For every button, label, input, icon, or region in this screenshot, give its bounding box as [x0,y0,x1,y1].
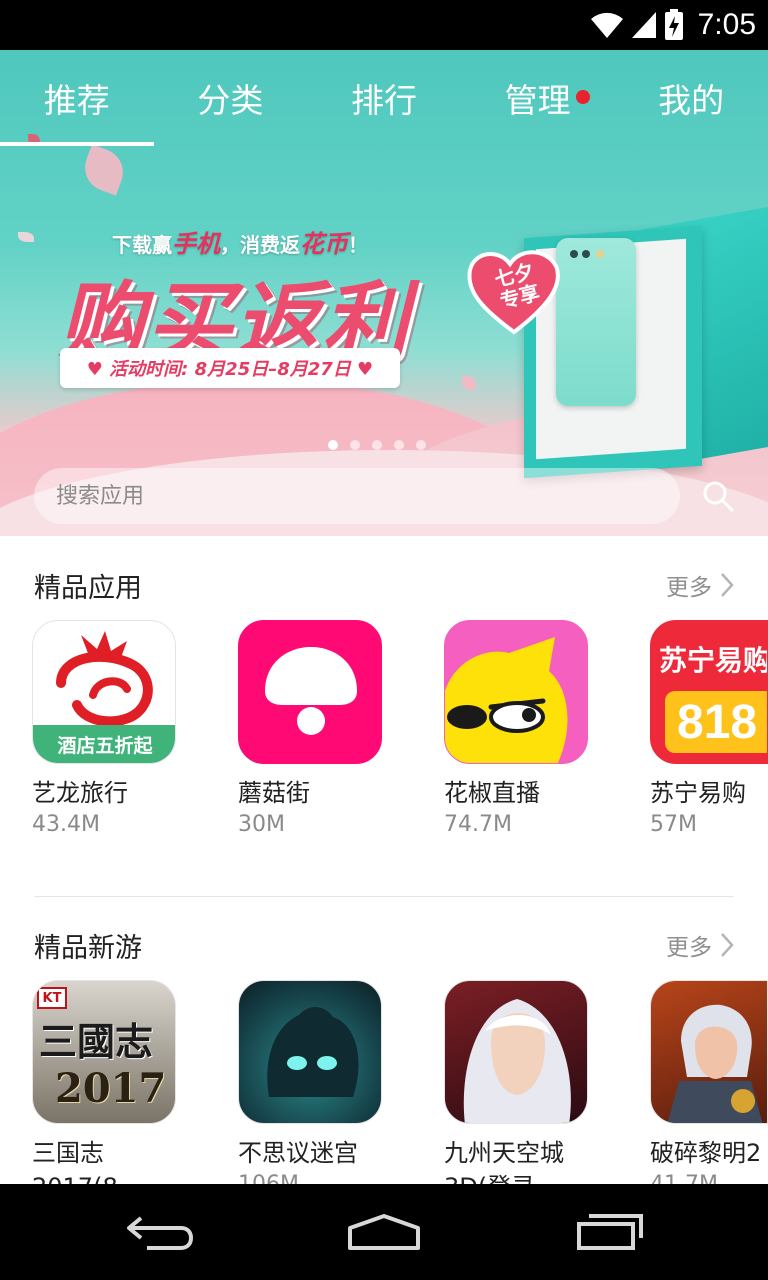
more-label: 更多 [666,575,712,601]
status-bar: 7:05 [0,0,768,50]
huajiao-logo-icon [445,637,568,763]
home-button[interactable] [334,1198,434,1266]
sanguozhi-game-icon: KT 三國志 2017 [32,980,176,1124]
more-apps-button[interactable]: 更多 [666,568,734,602]
page-dot[interactable] [350,440,360,450]
jiuzhou-game-icon [444,980,588,1124]
tab-label: 排行 [350,81,417,120]
elong-app-icon: 酒店五折起 [32,620,176,764]
tab-label: 分类 [197,81,264,120]
monster-icon [267,1006,359,1097]
mogujie-app-icon [238,620,382,764]
top-tabs: 推荐 分类 排行 管理 我的 [0,50,768,146]
flash-icon [596,250,604,258]
app-size: 43.4M [32,812,100,837]
banner-date: ♥ 活动时间: 8月25日–8月27日 ♥ [60,348,400,388]
mushroom-icon [265,647,357,735]
tab-mine[interactable]: 我的 [614,50,768,146]
camera-icon [582,250,590,258]
chevron-right-icon [721,933,734,957]
banner-page-indicator [328,440,426,450]
app-name: 艺龙旅行 [32,779,128,807]
posui-game-icon [650,980,768,1124]
app-item-huajiao[interactable]: 花椒直播 74.7M [444,620,590,840]
app-size: 30M [238,812,285,837]
game-item-jiuzhou[interactable]: 九州天空城3D(登录 [444,980,590,1204]
page-dot[interactable] [328,440,338,450]
game-item-posui[interactable]: 破碎黎明2 41.7M [650,980,768,1200]
app-size: 57M [650,812,697,837]
sanguozhi-year: 2017 [55,1065,167,1112]
search-icon[interactable] [700,478,736,514]
page-dot[interactable] [394,440,404,450]
suning-818-text: 818 [677,696,758,749]
hero-header: 七夕 专享 下载赢手机，消费返花币！ 购买返利 ♥ 活动时间: 8月25日–8月… [0,50,768,536]
phone-image [556,238,636,406]
app-name: 不思议迷宫 [238,1139,358,1167]
warrior-portrait-icon [667,1004,763,1123]
signal-icon [632,12,656,38]
app-item-mogujie[interactable]: 蘑菇街 30M [238,620,384,840]
more-games-button[interactable]: 更多 [666,928,734,962]
section-title-games: 精品新游 [34,933,142,964]
battery-icon [665,9,683,40]
petal-decoration [18,232,34,242]
status-time: 7:05 [697,8,756,41]
search-input[interactable] [56,483,616,509]
suning-app-icon: 苏宁易购 818 [650,620,768,764]
back-icon [127,1216,194,1250]
system-navigation-bar [0,1184,768,1280]
status-icons [590,8,684,42]
more-label: 更多 [666,935,712,961]
wifi-icon [591,12,623,39]
page-dot[interactable] [372,440,382,450]
section-divider [34,896,734,897]
sanguozhi-title: 三國志 [39,1019,154,1064]
app-name: 苏宁易购 [650,779,746,807]
petal-decoration [462,376,476,390]
busiyi-game-icon [238,980,382,1124]
app-name: 花椒直播 [444,779,540,807]
notification-dot [576,90,591,104]
section-title-apps: 精品应用 [34,573,142,604]
game-item-busiyi[interactable]: 不思议迷宫 106M [238,980,384,1200]
app-item-suning[interactable]: 苏宁易购 818 苏宁易购 57M [650,620,768,840]
tab-manage[interactable]: 管理 [461,50,615,146]
tab-category[interactable]: 分类 [154,50,308,146]
home-icon [348,1214,420,1250]
page-dot[interactable] [416,440,426,450]
tab-label: 推荐 [43,81,110,120]
recents-button[interactable] [560,1198,660,1266]
back-button[interactable] [110,1198,210,1266]
tab-label: 我的 [658,81,725,120]
kt-badge: KT [37,987,67,1009]
search-bar[interactable] [34,468,680,524]
app-size: 74.7M [444,812,512,837]
petal-decoration [78,144,130,196]
app-name: 破碎黎明2 [650,1139,762,1167]
tab-ranking[interactable]: 排行 [307,50,461,146]
elong-badge: 酒店五折起 [33,725,175,763]
recents-icon [577,1214,643,1250]
tab-recommend[interactable]: 推荐 [0,50,154,146]
game-item-sanguozhi[interactable]: KT 三國志 2017 三国志2017(8 [32,980,178,1204]
hero-portrait-icon [463,999,571,1123]
chevron-right-icon [721,573,734,597]
huajiao-app-icon [444,620,588,764]
camera-icon [570,250,578,258]
suning-badge: 苏宁易购 [659,644,768,677]
tab-label: 管理 [504,81,571,120]
app-name: 蘑菇街 [238,779,310,807]
app-item-elong[interactable]: 酒店五折起 艺龙旅行 43.4M [32,620,178,840]
